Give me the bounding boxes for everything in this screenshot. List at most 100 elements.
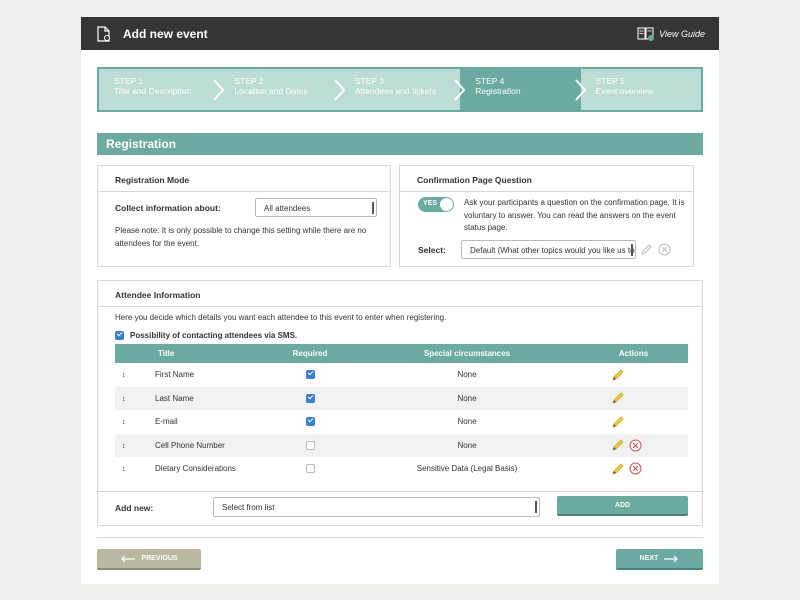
field-title: Dietary Considerations — [155, 464, 236, 474]
confirmation-card: Confirmation Page Question YES Ask your … — [399, 165, 694, 267]
actions-cell — [579, 363, 688, 387]
drag-handle[interactable]: ↕ — [115, 386, 145, 410]
divider — [97, 537, 703, 538]
step-label: Event overview — [595, 86, 654, 96]
toggle-knob — [440, 198, 453, 211]
drag-column-header — [115, 344, 145, 363]
field-title: Cell Phone Number — [145, 433, 265, 457]
drag-handle-icon: ↕ — [122, 372, 126, 380]
step-progress: STEP 1 Title and Description STEP 2 Loca… — [97, 67, 703, 112]
top-bar: Add new event View Guide — [81, 17, 719, 50]
add-field-select[interactable]: Select from list — [213, 497, 540, 517]
field-title: Last Name — [145, 386, 265, 410]
step-3[interactable]: STEP 3 Attendees and tickets — [340, 69, 466, 110]
registration-mode-card: Registration Mode Collect information ab… — [97, 165, 391, 267]
confirmation-toggle[interactable]: YES — [418, 197, 454, 212]
add-new-label: Add new: — [115, 503, 154, 513]
step-number: STEP 5 — [595, 76, 625, 86]
attendee-info-card: Attendee Information Here you decide whi… — [97, 280, 703, 526]
sms-option[interactable]: Possibility of contacting attendees via … — [115, 331, 297, 340]
special-column-header: Special circumstances — [355, 344, 579, 363]
card-title: Attendee Information — [98, 281, 702, 307]
table-row: ↕ First Name None — [115, 363, 688, 387]
event-window: Add new event View Guide STEP 1 Title an… — [81, 17, 719, 584]
view-guide-label: View Guide — [659, 28, 705, 39]
drag-handle-icon: ↕ — [122, 466, 126, 474]
drag-handle[interactable]: ↕ — [115, 410, 145, 434]
field-title: E-mail — [155, 417, 178, 427]
question-select-value: Default (What other topics would you lik… — [470, 246, 635, 255]
pencil-icon[interactable] — [611, 391, 625, 405]
drag-handle[interactable]: ↕ — [115, 433, 145, 457]
next-button[interactable]: NEXT — [616, 549, 703, 570]
chevron-right-icon — [574, 79, 586, 101]
chevron-right-icon — [334, 79, 346, 101]
actions-column-header: Actions — [579, 344, 688, 363]
table-body: ↕ First Name None ↕ Last Name None ↕ E-mail None… — [115, 363, 688, 481]
step-5[interactable]: STEP 5 Event overview — [581, 69, 701, 110]
toggle-label: YES — [423, 200, 438, 207]
required-cell — [265, 433, 355, 457]
next-label: NEXT — [639, 555, 659, 562]
question-select[interactable]: Default (What other topics would you lik… — [461, 240, 636, 259]
required-column-header: Required — [265, 344, 355, 363]
arrow-left-icon — [121, 555, 136, 562]
step-label: Location and Dates — [234, 86, 308, 96]
card-title: Confirmation Page Question — [400, 166, 693, 192]
page-title: Add new event — [123, 26, 208, 41]
delete-icon[interactable] — [629, 439, 642, 452]
actions-cell — [579, 410, 688, 434]
chevron-right-icon — [213, 79, 225, 101]
required-checkbox[interactable] — [305, 393, 315, 403]
required-checkbox[interactable] — [305, 417, 315, 427]
select-arrow-icon — [535, 501, 537, 513]
actions-cell — [579, 457, 688, 481]
card-title: Registration Mode — [98, 166, 390, 192]
pencil-icon[interactable] — [611, 438, 625, 452]
drag-handle[interactable]: ↕ — [115, 457, 145, 481]
table-row: ↕ Dietary Considerations Sensitive Data (L… — [115, 457, 688, 481]
step-2[interactable]: STEP 2 Location and Dates — [219, 69, 346, 110]
pencil-icon[interactable] — [611, 462, 625, 476]
actions-cell — [579, 433, 688, 457]
required-checkbox[interactable] — [305, 464, 315, 474]
step-label: Title and Description — [114, 86, 192, 96]
special-cell: None — [355, 433, 579, 457]
select-label: Select: — [418, 245, 446, 255]
table-row: ↕ Cell Phone Number None — [115, 433, 688, 457]
add-new-row: Add new: Select from list ADD — [98, 491, 702, 525]
chevron-right-icon — [454, 79, 466, 101]
step-1[interactable]: STEP 1 Title and Description — [99, 69, 225, 110]
pencil-icon[interactable] — [640, 243, 653, 256]
special-cell: Sensitive Data (Legal Basis) — [416, 464, 518, 474]
pencil-icon[interactable] — [611, 368, 625, 382]
view-guide-link[interactable]: View Guide — [637, 27, 705, 41]
required-checkbox[interactable] — [305, 370, 315, 380]
special-cell: None — [457, 417, 477, 427]
step-label: Attendees and tickets — [354, 86, 437, 96]
step-number: STEP 3 — [354, 76, 384, 86]
close-icon[interactable] — [658, 243, 671, 256]
step-number: STEP 1 — [114, 76, 144, 86]
required-cell — [265, 363, 355, 387]
table-row: ↕ E-mail None — [115, 410, 688, 434]
confirmation-description: Ask your participants a question on the … — [464, 198, 685, 232]
field-title: First Name — [155, 370, 195, 380]
step-4[interactable]: STEP 4 Registration — [460, 69, 586, 110]
drag-handle[interactable]: ↕ — [115, 363, 145, 387]
collect-select[interactable]: All attendees — [255, 198, 377, 217]
title-column-header: Title — [145, 344, 265, 363]
select-arrow-icon — [372, 202, 374, 214]
section-title: Registration — [97, 133, 703, 155]
sms-checkbox[interactable] — [115, 331, 124, 340]
add-button[interactable]: ADD — [557, 496, 688, 516]
delete-icon[interactable] — [629, 462, 642, 475]
drag-handle-icon: ↕ — [122, 442, 126, 450]
attendee-fields-table: Title Required Special circumstances Act… — [115, 344, 688, 481]
step-label: Registration — [475, 86, 521, 96]
required-checkbox[interactable] — [305, 440, 315, 450]
pencil-icon[interactable] — [611, 415, 625, 429]
table-header: Title Required Special circumstances Act… — [115, 344, 688, 363]
previous-button[interactable]: PREVIOUS — [97, 549, 201, 570]
special-cell: None — [457, 370, 477, 380]
